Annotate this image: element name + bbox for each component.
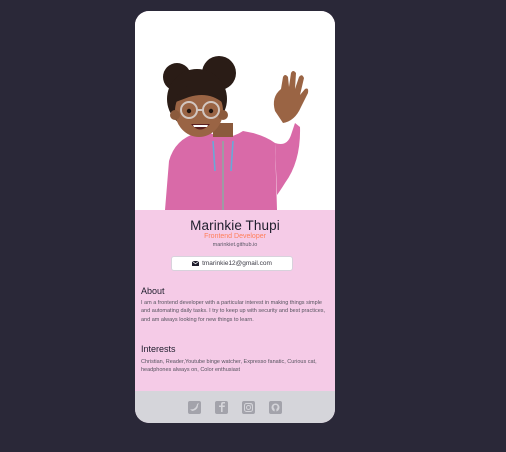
interests-heading: Interests — [141, 344, 176, 354]
about-heading: About — [141, 286, 165, 296]
profile-card: Marinkie Thupi Frontend Developer marink… — [135, 11, 335, 423]
email-text: tmarinkie12@gmail.com — [202, 260, 272, 267]
social-footer — [135, 391, 335, 423]
memoji-avatar-image — [163, 56, 309, 210]
profile-website-link[interactable]: marinkiet.github.io — [135, 242, 335, 248]
about-text: I am a frontend developer with a particu… — [141, 300, 326, 323]
github-icon[interactable] — [269, 400, 282, 414]
profile-name: Marinkie Thupi — [190, 218, 280, 233]
avatar — [135, 11, 335, 210]
twitter-icon[interactable] — [188, 400, 201, 414]
email-button[interactable]: tmarinkie12@gmail.com — [171, 256, 293, 271]
profile-role: Frontend Developer — [204, 233, 266, 240]
instagram-icon[interactable] — [242, 400, 255, 414]
interests-text: Christian, Reader,Youtube binge watcher,… — [141, 359, 317, 374]
mail-icon — [192, 261, 200, 266]
facebook-icon[interactable] — [215, 400, 228, 414]
